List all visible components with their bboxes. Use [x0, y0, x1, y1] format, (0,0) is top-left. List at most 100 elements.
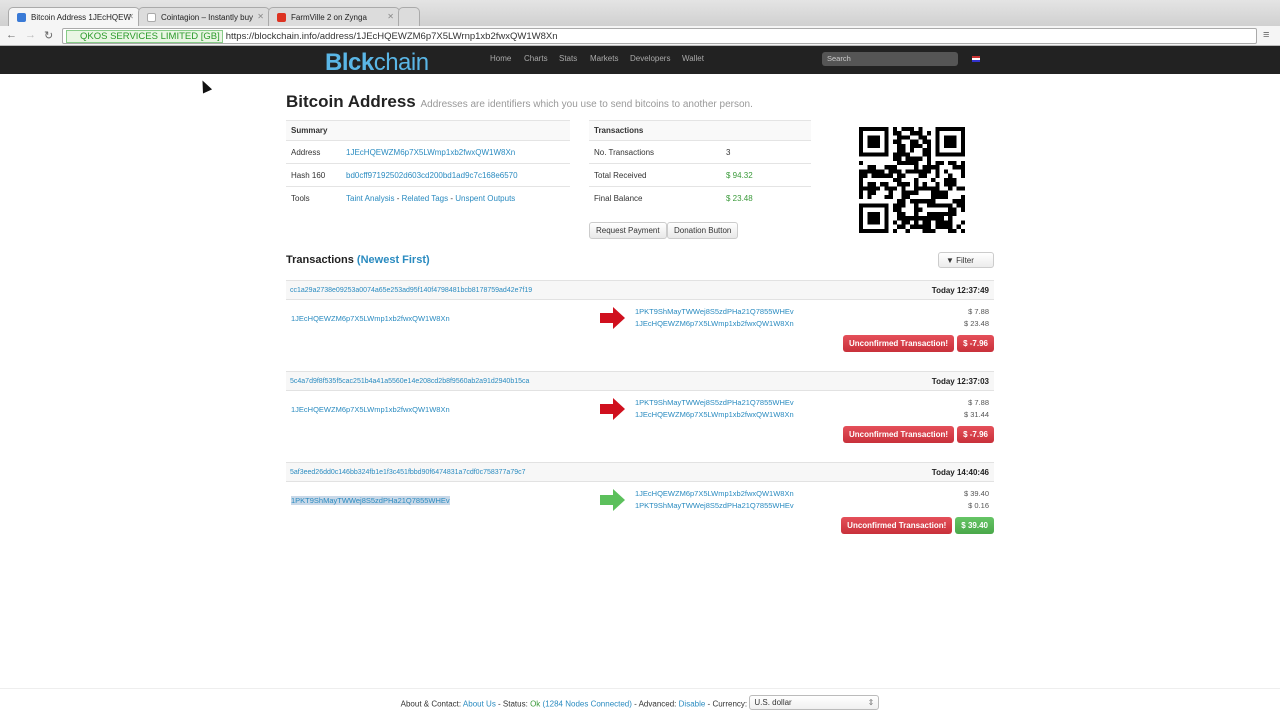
tx-outputs: 1PKT9ShMayTWWej8S5zdPHa21Q7855WHEv 1JEcHQ…	[635, 397, 794, 421]
summary-table: Summary Address 1JEcHQEWZM6p7X5LWmp1xb2fw…	[286, 120, 570, 210]
tx-output-address[interactable]: 1PKT9ShMayTWWej8S5zdPHa21Q7855WHEv	[635, 398, 794, 407]
tx-header: 5c4a7d9f8f535f5cac251b4a41a5560e14e208cd…	[286, 371, 994, 391]
url-text: https://blockchain.info/address/1JEcHQEW…	[225, 31, 558, 42]
label: - Advanced:	[631, 699, 677, 709]
tx-time: Today 12:37:49	[931, 286, 989, 295]
label: Total Received	[589, 163, 721, 187]
menu-icon[interactable]: ≡	[1263, 29, 1269, 41]
nav-wallet[interactable]: Wallet	[682, 54, 704, 63]
transactions-stats-table: Transactions No. Transactions 3 Total Rec…	[589, 120, 811, 210]
logo-part: Bl	[325, 49, 349, 76]
donation-button[interactable]: Donation Button	[667, 222, 739, 239]
blockchain-logo[interactable]: Blckchain	[325, 49, 429, 77]
nav-developers[interactable]: Developers	[630, 54, 670, 63]
nav-home[interactable]: Home	[490, 54, 511, 63]
net-amount-badge[interactable]: $ -7.96	[957, 426, 994, 443]
tx-count: 3	[721, 140, 811, 164]
output-amount: $ 7.88	[968, 307, 989, 316]
transactions-heading: Transactions (Newest First)	[286, 254, 430, 266]
transaction: cc1a29a2738e09253a0074a65e253ad95f140f47…	[286, 280, 994, 360]
flag-icon[interactable]	[972, 56, 980, 62]
browser-tab[interactable]: FarmVille 2 on Zynga ✕	[268, 7, 400, 26]
forward-icon[interactable]: →	[25, 29, 36, 41]
site-navbar: Blckchain Home Charts Stats Markets Deve…	[0, 46, 1280, 77]
page-icon	[147, 13, 156, 22]
request-payment-button[interactable]: Request Payment	[589, 222, 667, 239]
footer: About & Contact: About Us - Status: Ok (…	[0, 688, 1280, 720]
tx-input-address[interactable]: 1JEcHQEWZM6p7X5LWmp1xb2fwxQW1W8Xn	[291, 405, 450, 414]
tab-title: FarmVille 2 on Zynga	[291, 13, 367, 22]
tx-input-address[interactable]: 1JEcHQEWZM6p7X5LWmp1xb2fwxQW1W8Xn	[291, 314, 450, 323]
tx-hash-link[interactable]: cc1a29a2738e09253a0074a65e253ad95f140f47…	[290, 287, 532, 294]
url-input[interactable]: QKOS SERVICES LIMITED [GB] https://blockc…	[62, 28, 1257, 44]
green-arrow-icon	[600, 489, 625, 511]
related-tags-link[interactable]: Related Tags	[402, 194, 449, 203]
label: Hash 160	[286, 163, 341, 187]
shield-icon	[17, 13, 26, 22]
search-input[interactable]: Search	[822, 52, 958, 66]
nav-charts[interactable]: Charts	[524, 54, 548, 63]
unconfirmed-badge[interactable]: Unconfirmed Transaction!	[841, 517, 953, 534]
close-icon[interactable]: ✕	[387, 12, 394, 21]
label: - Status:	[495, 699, 528, 709]
close-icon[interactable]: ✕	[127, 12, 134, 21]
newest-first-link[interactable]: (Newest First)	[357, 254, 430, 266]
tx-output-address[interactable]: 1PKT9ShMayTWWej8S5zdPHa21Q7855WHEv	[635, 501, 794, 510]
browser-tab[interactable]: Cointagion – Instantly buy ✕	[138, 7, 270, 26]
browser-tab-strip: Bitcoin Address 1JEcHQEW ✕ Cointagion – I…	[0, 0, 1280, 26]
nodes-link[interactable]: (1284 Nodes Connected)	[543, 700, 632, 709]
nav-markets[interactable]: Markets	[590, 54, 618, 63]
tx-output-address[interactable]: 1JEcHQEWZM6p7X5LWmp1xb2fwxQW1W8Xn	[635, 319, 794, 328]
tx-time: Today 14:40:46	[931, 468, 989, 477]
tx-time: Today 12:37:03	[931, 377, 989, 386]
tx-hash-link[interactable]: 5c4a7d9f8f535f5cac251b4a41a5560e14e208cd…	[290, 378, 529, 385]
close-icon[interactable]: ✕	[257, 12, 264, 21]
net-amount-badge[interactable]: $ -7.96	[957, 335, 994, 352]
currency-value: U.S. dollar	[754, 698, 792, 707]
nav-stats[interactable]: Stats	[559, 54, 577, 63]
tx-output-address[interactable]: 1PKT9ShMayTWWej8S5zdPHa21Q7855WHEv	[635, 307, 794, 316]
output-amount: $ 39.40	[963, 489, 989, 498]
browser-tab[interactable]: Bitcoin Address 1JEcHQEW ✕	[8, 7, 140, 26]
final-balance: $ 23.48	[721, 186, 811, 210]
tx-hash-link[interactable]: 5af3eed26dd0c146bb324fb1e1f3c451fbbd90f6…	[290, 469, 526, 476]
tx-output-address[interactable]: 1JEcHQEWZM6p7X5LWmp1xb2fwxQW1W8Xn	[635, 489, 794, 498]
tx-output-address[interactable]: 1JEcHQEWZM6p7X5LWmp1xb2fwxQW1W8Xn	[635, 410, 794, 419]
net-amount-badge[interactable]: $ 39.40	[955, 517, 994, 534]
output-amount: $ 31.44	[963, 410, 989, 419]
filter-button[interactable]: ▼ Filter	[938, 252, 994, 268]
address-link[interactable]: 1JEcHQEWZM6p7X5LWmp1xb2fwxQW1W8Xn	[346, 148, 515, 157]
farmville-icon	[277, 13, 286, 22]
sep: -	[394, 193, 402, 203]
taint-analysis-link[interactable]: Taint Analysis	[346, 194, 394, 203]
label: Address	[286, 140, 341, 164]
ev-certificate-label[interactable]: QKOS SERVICES LIMITED [GB]	[66, 30, 223, 43]
label: - Currency:	[705, 699, 748, 709]
title-text: Bitcoin Address	[286, 92, 416, 111]
qr-code	[859, 127, 965, 233]
stats-header: Transactions	[589, 120, 811, 141]
tx-input-address[interactable]: 1PKT9ShMayTWWej8S5zdPHa21Q7855WHEv	[291, 496, 450, 505]
new-tab-button[interactable]	[398, 7, 420, 26]
unconfirmed-badge[interactable]: Unconfirmed Transaction!	[842, 426, 955, 443]
logo-part: chain	[373, 49, 429, 76]
unconfirmed-badge[interactable]: Unconfirmed Transaction!	[842, 335, 955, 352]
back-icon[interactable]: ←	[6, 29, 17, 41]
disable-link[interactable]: Disable	[679, 700, 706, 709]
page-title: Bitcoin Address Addresses are identifier…	[286, 92, 753, 112]
output-amount: $ 0.16	[968, 501, 989, 510]
currency-select[interactable]: U.S. dollar ⇕	[749, 695, 880, 710]
about-us-link[interactable]: About Us	[463, 700, 496, 709]
tx-header: 5af3eed26dd0c146bb324fb1e1f3c451fbbd90f6…	[286, 462, 994, 482]
tx-outputs: 1PKT9ShMayTWWej8S5zdPHa21Q7855WHEv 1JEcHQ…	[635, 306, 794, 330]
hash160-link[interactable]: bd0cff97192502d603cd200bd1ad9c7c168e6570	[346, 171, 518, 180]
reload-icon[interactable]: ↻	[44, 29, 53, 42]
unspent-outputs-link[interactable]: Unspent Outputs	[455, 194, 515, 203]
heading-text: Transactions	[286, 254, 354, 266]
transaction: 5af3eed26dd0c146bb324fb1e1f3c451fbbd90f6…	[286, 462, 994, 542]
address-bar: ← → ↻ QKOS SERVICES LIMITED [GB] https://…	[0, 26, 1280, 46]
transaction: 5c4a7d9f8f535f5cac251b4a41a5560e14e208cd…	[286, 371, 994, 451]
tx-amounts: $ 7.88 $ 23.48	[964, 306, 989, 330]
total-received: $ 94.32	[721, 163, 811, 187]
select-arrows-icon: ⇕	[867, 698, 875, 707]
